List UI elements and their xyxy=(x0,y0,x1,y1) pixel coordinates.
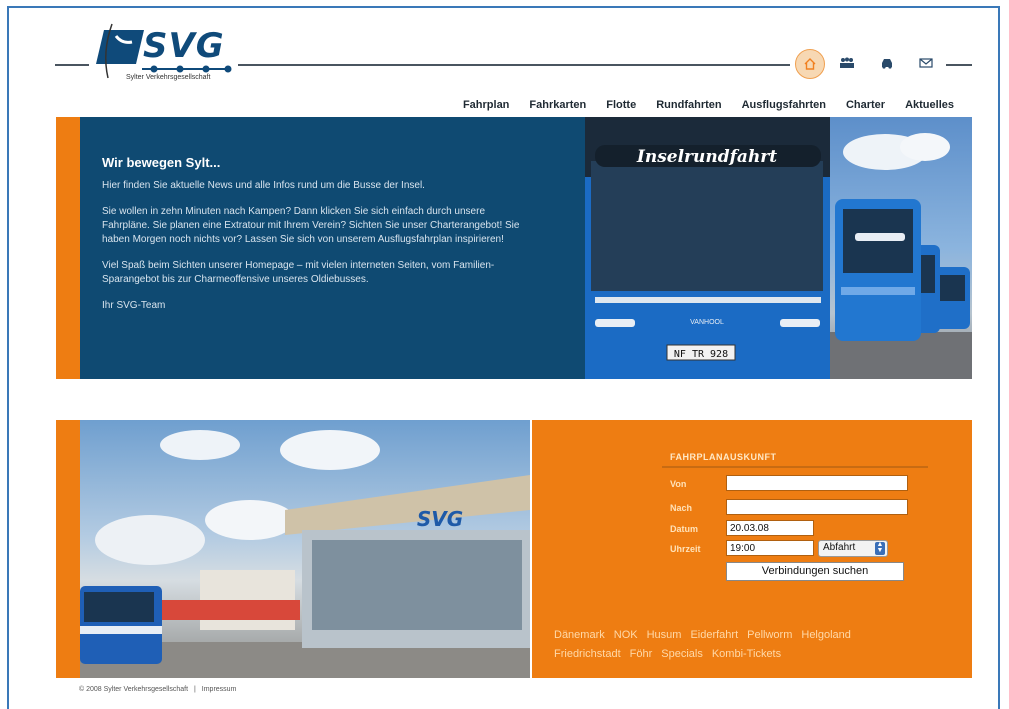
bottom-accent-strip xyxy=(56,420,80,678)
svg-logo[interactable]: SVG Sylter Verkehrsgesellschaft xyxy=(92,22,240,86)
nach-input[interactable] xyxy=(726,499,908,515)
hero-paragraph: Hier finden Sie aktuelle News und alle I… xyxy=(102,180,425,191)
link-specials[interactable]: Specials xyxy=(661,648,703,660)
footer: © 2008 Sylter Verkehrsgesellschaft | Imp… xyxy=(79,686,236,693)
bus-station-photo: SVG xyxy=(80,420,530,678)
departure-mode-value: Abfahrt xyxy=(823,542,856,553)
bus-destination-banner: Inselrundfahrt xyxy=(636,147,777,167)
link-daenemark[interactable]: Dänemark xyxy=(554,629,605,641)
hero-title: Wir bewegen Sylt... xyxy=(102,155,221,170)
nav-fahrkarten[interactable]: Fahrkarten xyxy=(529,99,586,111)
header-line-center xyxy=(238,64,790,66)
hero-text-panel: Wir bewegen Sylt... Hier finden Sie aktu… xyxy=(80,117,585,379)
timetable-panel: FAHRPLANAUSKUNFT Von Nach Datum Uhrzeit … xyxy=(532,420,972,678)
station-sign: SVG xyxy=(417,507,463,531)
departure-mode-select[interactable]: Abfahrt ▲ ▼ xyxy=(818,540,888,557)
main-nav: Fahrplan Fahrkarten Flotte Rundfahrten A… xyxy=(463,99,954,111)
datum-label: Datum xyxy=(670,524,699,534)
hero-accent-strip xyxy=(56,117,80,379)
link-friedrichstadt[interactable]: Friedrichstadt xyxy=(554,648,621,660)
bus-plate: NF TR 928 xyxy=(674,349,728,360)
logo-dots xyxy=(142,65,232,73)
select-arrows-icon: ▲ ▼ xyxy=(875,541,885,555)
fahrplan-divider xyxy=(662,466,928,468)
group-icon[interactable] xyxy=(838,56,856,70)
nav-charter[interactable]: Charter xyxy=(846,99,885,111)
von-label: Von xyxy=(670,479,687,489)
logo-wordmark: SVG xyxy=(143,26,225,66)
logo-subtitle: Sylter Verkehrsgesellschaft xyxy=(126,74,211,81)
link-pellworm[interactable]: Pellworm xyxy=(747,629,792,641)
search-connections-button[interactable]: Verbindungen suchen xyxy=(726,562,904,581)
nav-flotte[interactable]: Flotte xyxy=(606,99,636,111)
nav-ausflugsfahrten[interactable]: Ausflugsfahrten xyxy=(742,99,826,111)
mail-icon[interactable] xyxy=(917,56,935,70)
link-helgoland[interactable]: Helgoland xyxy=(801,629,851,641)
hero-paragraph: Viel Spaß beim Sichten unserer Homepage … xyxy=(102,260,495,285)
fahrplan-title: FAHRPLANAUSKUNFT xyxy=(670,452,777,462)
car-icon[interactable] xyxy=(878,56,896,70)
hero-paragraph: Sie wollen in zehn Minuten nach Kampen? … xyxy=(102,206,520,245)
nav-aktuelles[interactable]: Aktuelles xyxy=(905,99,954,111)
bus-fleet-photo: NF TR 928 VANHOOL Inselrundfahrt xyxy=(585,117,972,379)
quick-links: Dänemark NOK Husum Eiderfahrt Pellworm Helgol… xyxy=(554,626,954,664)
home-icon[interactable] xyxy=(795,49,825,79)
header-line-left xyxy=(55,64,89,66)
footer-impressum-link[interactable]: Impressum xyxy=(202,686,237,693)
uhrzeit-label: Uhrzeit xyxy=(670,544,701,554)
link-eiderfahrt[interactable]: Eiderfahrt xyxy=(690,629,738,641)
hero-signature: Ihr SVG-Team xyxy=(102,300,166,311)
header-line-right xyxy=(946,64,972,66)
nav-rundfahrten[interactable]: Rundfahrten xyxy=(656,99,721,111)
link-nok[interactable]: NOK xyxy=(614,629,638,641)
nav-fahrplan[interactable]: Fahrplan xyxy=(463,99,509,111)
footer-separator: | xyxy=(194,686,196,693)
link-husum[interactable]: Husum xyxy=(647,629,682,641)
bottom-section: SVG FAHRPLANAUSKUNFT Von Nach Datum Uhrz… xyxy=(56,420,972,678)
hero-section: Wir bewegen Sylt... Hier finden Sie aktu… xyxy=(56,117,972,379)
bus-brand: VANHOOL xyxy=(690,319,724,326)
datum-input[interactable] xyxy=(726,520,814,536)
von-input[interactable] xyxy=(726,475,908,491)
nach-label: Nach xyxy=(670,503,693,513)
link-foehr[interactable]: Föhr xyxy=(630,648,653,660)
link-kombi-tickets[interactable]: Kombi-Tickets xyxy=(712,648,781,660)
hero-body: Hier finden Sie aktuelle News und alle I… xyxy=(102,179,522,325)
footer-copyright: © 2008 Sylter Verkehrsgesellschaft xyxy=(79,686,189,693)
uhrzeit-input[interactable] xyxy=(726,540,814,556)
